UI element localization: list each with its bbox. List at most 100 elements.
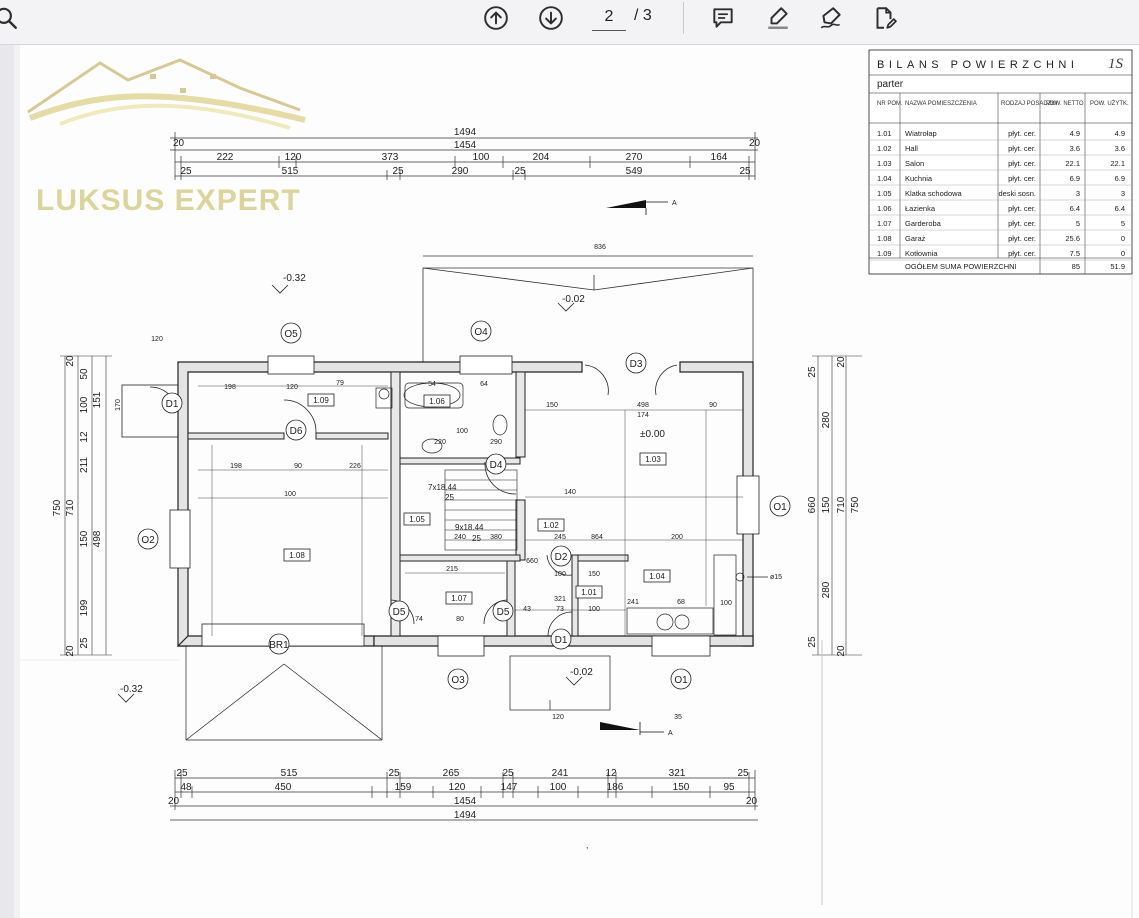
idim-28: 864 (591, 534, 603, 541)
level-top-left: -0.32 (283, 273, 306, 284)
bdim-r1-0: 515 (281, 768, 298, 779)
idim-11: 90 (294, 463, 302, 470)
room-1-01: 1.01 (581, 588, 597, 597)
table-total-uzytk: 51.9 (1110, 262, 1125, 271)
tag-o1-bottom: O1 (674, 675, 688, 686)
dim-top-wall-2: 25 (392, 166, 404, 177)
bdim-r2-5: 100 (550, 782, 567, 793)
bdim-edge-right: 20 (746, 796, 758, 807)
edit-document-icon[interactable] (868, 2, 900, 34)
section-marker-bottom: A (600, 722, 673, 737)
floor-plan-drawing: 1494 1454 20 20 222 120 373 100 204 270 … (0, 45, 1133, 918)
level-top-hall: -0.02 (562, 294, 585, 305)
dim-top-row1-6: 164 (711, 152, 728, 163)
draw-icon[interactable] (815, 2, 847, 34)
rdim-2: 660 (807, 496, 818, 513)
idim-29: 200 (671, 534, 683, 541)
table-subtitle: parter (877, 79, 904, 90)
table-cell: 6.4 (1115, 204, 1125, 213)
table-cell: płyt. cer. (1008, 159, 1036, 168)
floor-plan-sheet: 1494 1454 20 20 222 120 373 100 204 270 … (0, 45, 1139, 918)
level-bottom-left: -0.32 (120, 684, 143, 695)
table-cell: Garaż (905, 234, 926, 243)
table-cell: Kotłownia (905, 249, 938, 258)
room-1-04: 1.04 (649, 572, 665, 581)
table-cell: 1.08 (877, 234, 892, 243)
garage-driveway (185, 646, 383, 741)
table-header-netto: POW. NETTO (1046, 101, 1084, 107)
idim-58: 35 (674, 714, 682, 721)
ldim-2: 498 (92, 530, 103, 547)
rdim-8: 25 (807, 636, 818, 648)
table-cell: 3.6 (1115, 144, 1125, 153)
level-bottom-entrance: -0.02 (570, 667, 593, 678)
table-title: BILANS POWIERZCHNI (877, 59, 1078, 71)
idim-2: 79 (336, 380, 344, 387)
tag-o2: O2 (141, 535, 155, 546)
dim-top-row2-2: 549 (626, 166, 643, 177)
ldim-12: 20 (65, 645, 76, 657)
table-cell: 0 (1121, 234, 1125, 243)
page-up-icon[interactable] (480, 2, 512, 34)
table-cell: 1.09 (877, 249, 892, 258)
stairs-label-3: 9x18.44 (455, 523, 484, 532)
dim-top-edge-left: 20 (173, 138, 185, 149)
table-cell: 1.05 (877, 189, 892, 198)
page-total: / 3 (634, 7, 652, 24)
page-down-icon[interactable] (535, 2, 567, 34)
pipe-label: ø15 (770, 574, 782, 581)
bdim-w1: 25 (388, 768, 400, 779)
idim-porch: 120 (151, 336, 163, 343)
highlight-icon[interactable] (762, 2, 794, 34)
tag-o4: O4 (474, 327, 488, 338)
table-cell: 1.06 (877, 204, 892, 213)
logo-text: LUKSUS EXPERT (36, 184, 301, 217)
idim-12: 226 (349, 463, 361, 470)
idim-4: 54 (428, 381, 436, 388)
bdim-w3: 12 (605, 768, 617, 779)
table-cell: 1.04 (877, 174, 892, 183)
interior-dimension-texts: 198 120 79 64 54 100 220 290 198 90 226 … (151, 336, 732, 721)
idim-10: 198 (230, 463, 242, 470)
idim-53: 240 (454, 534, 466, 541)
tag-d1-bottom: D1 (555, 635, 568, 646)
idim-9: 290 (490, 439, 502, 446)
table-cell: Klatka schodowa (905, 189, 963, 198)
idim-20: 174 (637, 412, 649, 419)
bdim-r2-6: 186 (607, 782, 624, 793)
idim-54: 380 (490, 534, 502, 541)
ldim-13: 20 (65, 355, 76, 367)
table-cell: płyt. cer. (1008, 204, 1036, 213)
tag-d3: D3 (630, 359, 643, 370)
dim-top-edge-right: 20 (749, 138, 761, 149)
table-total-netto: 85 (1072, 262, 1080, 271)
table-cell: 3 (1121, 189, 1125, 198)
idim-39: 241 (627, 599, 639, 606)
idim-37: 73 (556, 606, 564, 613)
search-icon[interactable] (0, 2, 22, 34)
table-cell: Salon (905, 159, 924, 168)
table-cell: 1.07 (877, 219, 892, 228)
bdim-r1-1: 265 (443, 768, 460, 779)
tag-d4: D4 (490, 460, 503, 471)
bdim-r2-8: 95 (723, 782, 735, 793)
bdim-inner: 1454 (454, 796, 477, 807)
table-cell: 22.1 (1065, 159, 1080, 168)
bdim-edge-left: 20 (168, 796, 180, 807)
table-page-mark: 1S (1108, 56, 1124, 72)
level-salon: ±0.00 (640, 429, 665, 440)
tag-o3: O3 (451, 675, 465, 686)
comment-icon[interactable] (707, 2, 739, 34)
ldim-3: 151 (92, 391, 103, 408)
idim-41: 100 (720, 600, 732, 607)
table-header-uzytk: POW. UŻYTK. (1090, 100, 1129, 107)
page-number-input[interactable] (592, 4, 626, 31)
dim-top-inner: 1454 (454, 140, 477, 151)
ldim-8: 50 (79, 368, 90, 380)
company-logo (27, 58, 306, 130)
table-cell: 5 (1076, 219, 1080, 228)
tag-d5-right: D5 (497, 607, 510, 618)
dim-top-row1-0: 222 (217, 152, 234, 163)
idim-27: 245 (554, 534, 566, 541)
tag-o1-right: O1 (773, 502, 787, 513)
